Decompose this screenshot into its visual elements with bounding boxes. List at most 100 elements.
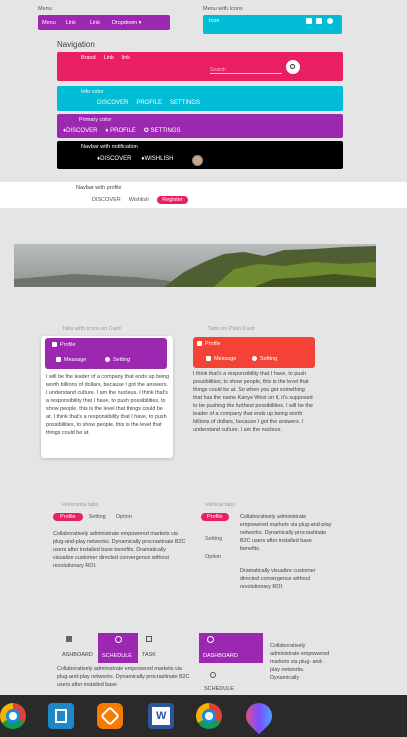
tab-setting[interactable]: Setting [201, 536, 229, 542]
tab-setting[interactable]: Setting [89, 514, 106, 520]
xampp-shape [100, 706, 120, 726]
menu-icons-navbar: Icon [203, 15, 342, 34]
tab-setting[interactable]: Setting [105, 357, 130, 363]
gear-icon: ✪ [143, 128, 151, 134]
chat-icon [56, 357, 61, 363]
tabs-icons-card-header: Profile Message Setting [45, 338, 167, 369]
mail-icon[interactable] [305, 18, 312, 24]
profile-wishlist-link[interactable]: Wishlish [129, 197, 149, 203]
menu-icons-section-label: Menu with Icons [203, 6, 243, 12]
paint-app-icon[interactable] [240, 697, 278, 735]
word-letter-icon: W [156, 710, 167, 722]
vertical-tabs-text-2: Dramatically visualize customer directed… [240, 568, 316, 590]
menu-brand[interactable]: Menu [42, 20, 56, 26]
tabs-icons-card-label: Tabs with Icons on Card [62, 326, 121, 332]
search-button[interactable] [286, 60, 300, 74]
tabs-plain-card-header: Profile Message Setting [193, 337, 315, 368]
gear-icon[interactable] [327, 18, 333, 24]
user-icon[interactable] [316, 18, 323, 24]
chevron-down-icon: ▾ [138, 19, 142, 26]
gear-icon [252, 356, 257, 362]
register-button[interactable]: Register [157, 196, 188, 204]
tab-task[interactable]: TASK [142, 652, 156, 658]
navigation-heading: Navigation [57, 40, 95, 49]
notification-navbar: Navbar with notification ♦DISCOVER ♦WISH… [57, 141, 343, 169]
brackets-icon[interactable] [48, 703, 74, 729]
tabs-plain-card-label: Tabs on Plain Card [208, 326, 255, 332]
clock-icon [210, 672, 216, 678]
info-navbar-title: Info color [81, 89, 104, 95]
profile-navbar-title: Navbar with profile [76, 185, 122, 191]
horizontal-tabs-text: Collaboratively administrate empowered m… [53, 531, 186, 569]
tab-option[interactable]: Option [116, 514, 132, 520]
search-underline [210, 73, 282, 74]
menu-link-1[interactable]: Link [66, 20, 76, 26]
brand-navbar: Brand Link link Search [57, 52, 343, 81]
primary-settings-link[interactable]: ✪ SETTINGS [144, 127, 181, 134]
gear-icon [105, 357, 110, 363]
tab-profile[interactable]: Profile [197, 341, 221, 347]
primary-profile-link[interactable]: ♦ PROFILE [105, 128, 135, 134]
tab-dashboard[interactable]: ASHBOARD [62, 652, 93, 658]
tab-profile[interactable]: Profile [53, 513, 83, 521]
horizontal-tabs-label: Horizontal tabs [62, 502, 99, 508]
menu-link-2[interactable]: Link [90, 20, 100, 26]
bottom-left-tabs-text: Collaboratively administrate empowered m… [57, 666, 190, 688]
info-navbar: Info color DISCOVER PROFILE SETTINGS [57, 86, 343, 111]
tabs-icons-card: Profile Message Setting I will be the le… [41, 336, 173, 458]
info-profile-link[interactable]: PROFILE [136, 100, 162, 106]
profile-navbar: Navbar with profile DISCOVER Wishlish Re… [0, 182, 407, 208]
vertical-tab-list: Profile Setting Option [201, 513, 229, 560]
brand-nav-link-1[interactable]: Link [104, 55, 114, 61]
search-input[interactable]: Search [210, 67, 226, 73]
info-discover-link[interactable]: DISCOVER [97, 100, 128, 106]
tab-schedule-label: SCHEDULE [102, 653, 132, 659]
dashboard-icon [66, 636, 72, 642]
clock-icon [115, 636, 122, 643]
brand-link[interactable]: Brand [81, 55, 96, 61]
word-icon[interactable]: W [148, 703, 174, 729]
tab-schedule[interactable]: SCHEDULE [204, 686, 234, 692]
chrome-icon-2[interactable] [196, 703, 222, 729]
primary-navbar: Primary color ♦DISCOVER ♦ PROFILE ✪ SETT… [57, 114, 343, 138]
vertical-tabs-label: Vertical tabs [205, 502, 235, 508]
notif-discover-link[interactable]: ♦DISCOVER [97, 156, 131, 162]
bottom-right-tabs-text: Collaboratively administrate empowered m… [270, 643, 330, 681]
clock-icon [207, 636, 214, 643]
tabs-plain-card-text: I think that's a responsibility that I h… [193, 371, 313, 433]
bracket-shape [55, 709, 67, 723]
tab-profile[interactable]: Profile [52, 342, 76, 348]
avatar[interactable] [192, 155, 203, 166]
primary-navbar-title: Primary color [79, 117, 112, 123]
tab-dashboard-label: DASHBOARD [203, 653, 238, 659]
mountain-illustration [14, 246, 376, 287]
taskbar: W [0, 695, 407, 737]
vertical-tabs-text-1: Collaboratively administrate empowered m… [240, 514, 332, 552]
brand-nav-link-2[interactable]: link [122, 55, 130, 61]
notification-navbar-title: Navbar with notification [81, 144, 138, 150]
chrome-icon[interactable] [0, 703, 26, 729]
tab-message[interactable]: Message [206, 356, 236, 362]
user-icon [197, 341, 202, 347]
info-settings-link[interactable]: SETTINGS [170, 100, 200, 106]
profile-discover-link[interactable]: DISCOVER [92, 197, 121, 203]
xampp-icon[interactable] [97, 703, 123, 729]
tab-profile[interactable]: Profile [201, 513, 229, 521]
landscape-image [14, 244, 376, 287]
tab-schedule-active[interactable]: SCHEDULE [98, 633, 138, 663]
notif-wishlist-link[interactable]: ♦WISHLISH [141, 156, 173, 162]
menu-icons-title: Icon [209, 18, 220, 24]
tab-message[interactable]: Message [56, 357, 86, 363]
tab-setting[interactable]: Setting [252, 356, 277, 362]
menu-section-label: Menu [38, 6, 52, 12]
tab-option[interactable]: Option [201, 554, 229, 560]
user-icon [52, 342, 57, 348]
menu-navbar: Menu Link Link Dropdown ▾ [38, 15, 170, 30]
task-icon [146, 636, 152, 642]
menu-dropdown[interactable]: Dropdown ▾ [112, 20, 141, 26]
search-icon [290, 63, 295, 69]
tabs-icons-card-text: I will be the leader of a company that e… [46, 374, 170, 436]
primary-discover-link[interactable]: ♦DISCOVER [63, 128, 97, 134]
chat-icon [206, 356, 211, 362]
tab-dashboard-active[interactable]: DASHBOARD [199, 633, 263, 663]
